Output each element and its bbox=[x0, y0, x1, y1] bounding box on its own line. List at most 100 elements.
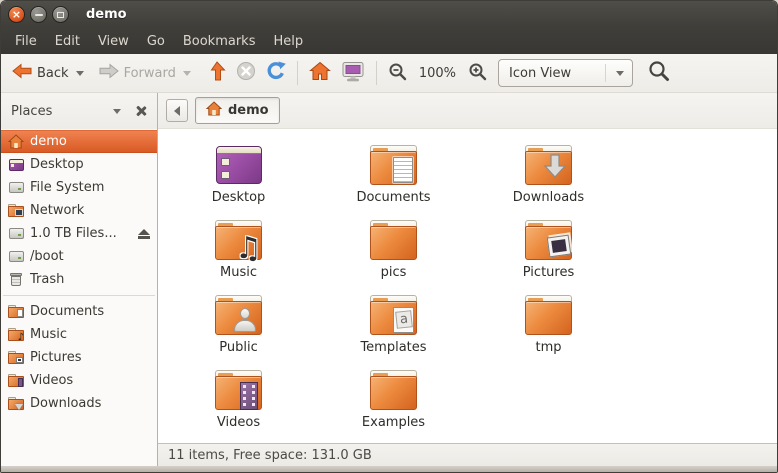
sidebar-item-pictures[interactable]: Pictures bbox=[1, 346, 157, 369]
folder-videos-icon bbox=[8, 373, 24, 389]
file-item-pics[interactable]: pics bbox=[316, 216, 471, 291]
refresh-icon bbox=[266, 61, 286, 85]
sidebar-item-network[interactable]: Network bbox=[1, 199, 157, 222]
stop-button[interactable] bbox=[231, 57, 261, 89]
file-item-pictures[interactable]: Pictures bbox=[471, 216, 626, 291]
sidebar-item-label: Desktop bbox=[30, 157, 84, 172]
sidebar-item-trash[interactable]: Trash bbox=[1, 268, 157, 291]
network-icon bbox=[8, 203, 24, 219]
folder-pictures-icon bbox=[8, 350, 24, 366]
file-item-public[interactable]: Public bbox=[161, 291, 316, 366]
file-manager-window: × demo File Edit View Go Bookmarks Help … bbox=[0, 0, 778, 473]
home-button[interactable] bbox=[304, 57, 336, 89]
folder-videos-icon bbox=[213, 366, 265, 413]
file-item-documents[interactable]: Documents bbox=[316, 141, 471, 216]
breadcrumb-demo[interactable]: demo bbox=[195, 97, 280, 124]
drive-icon bbox=[8, 226, 24, 242]
pathbar: demo bbox=[158, 93, 777, 129]
home-icon bbox=[308, 61, 331, 85]
file-label: Videos bbox=[216, 415, 261, 430]
computer-icon bbox=[341, 61, 365, 86]
sidebar-separator bbox=[3, 295, 155, 296]
breadcrumb-label: demo bbox=[228, 103, 269, 118]
eject-icon[interactable] bbox=[138, 228, 150, 239]
back-button[interactable]: Back bbox=[7, 58, 74, 88]
file-label: tmp bbox=[535, 340, 562, 355]
sidebar-item-downloads[interactable]: Downloads bbox=[1, 392, 157, 415]
file-label: Downloads bbox=[512, 190, 585, 205]
maximize-button[interactable] bbox=[52, 6, 69, 23]
sidebar-mode-dropdown[interactable] bbox=[113, 108, 121, 114]
sidebar-item-music[interactable]: ♪ Music bbox=[1, 323, 157, 346]
trash-icon bbox=[8, 272, 24, 288]
file-item-videos[interactable]: Videos bbox=[161, 366, 316, 441]
zoom-out-button[interactable] bbox=[383, 58, 412, 89]
folder-templates-icon bbox=[368, 291, 420, 338]
file-item-examples[interactable]: Examples bbox=[316, 366, 471, 441]
forward-label: Forward bbox=[123, 65, 176, 81]
folder-icon bbox=[368, 216, 420, 263]
main-pane: demo Desktop Documents Downloads ♫ Music… bbox=[158, 93, 777, 466]
menu-file[interactable]: File bbox=[6, 31, 46, 52]
sidebar-item-videos[interactable]: Videos bbox=[1, 369, 157, 392]
file-label: Pictures bbox=[522, 265, 575, 280]
drive-icon bbox=[8, 249, 24, 265]
menu-go[interactable]: Go bbox=[138, 31, 174, 52]
back-history-dropdown[interactable] bbox=[75, 70, 84, 76]
sidebar-close-icon[interactable] bbox=[135, 105, 147, 117]
zoom-in-button[interactable] bbox=[463, 58, 492, 89]
sidebar-header-label: Places bbox=[11, 103, 53, 119]
sidebar-item-label: Videos bbox=[30, 373, 74, 388]
view-mode-select[interactable]: Icon View bbox=[498, 59, 634, 87]
titlebar[interactable]: × demo bbox=[1, 1, 777, 28]
search-button[interactable] bbox=[643, 56, 675, 90]
file-item-downloads[interactable]: Downloads bbox=[471, 141, 626, 216]
minimize-button[interactable] bbox=[30, 6, 47, 23]
menu-view[interactable]: View bbox=[89, 31, 138, 52]
sidebar-item-label: Network bbox=[30, 203, 85, 218]
zoom-level: 100% bbox=[418, 65, 457, 81]
menu-bookmarks[interactable]: Bookmarks bbox=[174, 31, 265, 52]
pathbar-scroll-left-button[interactable] bbox=[166, 99, 188, 122]
sidebar-item-label: Music bbox=[30, 327, 67, 342]
window-title: demo bbox=[86, 7, 127, 22]
folder-pictures-icon bbox=[523, 216, 575, 263]
sidebar-item-documents[interactable]: Documents bbox=[1, 300, 157, 323]
file-item-templates[interactable]: Templates bbox=[316, 291, 471, 366]
menu-help[interactable]: Help bbox=[264, 31, 312, 52]
file-item-desktop[interactable]: Desktop bbox=[161, 141, 316, 216]
back-arrow-icon bbox=[12, 62, 32, 84]
sidebar-item-file-system[interactable]: File System bbox=[1, 176, 157, 199]
home-folder-icon bbox=[8, 134, 24, 150]
folder-music-icon: ♪ bbox=[8, 327, 24, 343]
sidebar-header[interactable]: Places bbox=[1, 93, 157, 129]
file-item-music[interactable]: ♫ Music bbox=[161, 216, 316, 291]
file-label: pics bbox=[380, 265, 407, 280]
folder-icon bbox=[523, 291, 575, 338]
forward-button[interactable]: Forward bbox=[94, 58, 181, 88]
sidebar-item-label: File System bbox=[30, 180, 105, 195]
forward-history-dropdown[interactable] bbox=[182, 70, 191, 76]
sidebar-item-desktop[interactable]: Desktop bbox=[1, 153, 157, 176]
home-icon bbox=[205, 101, 223, 120]
back-label: Back bbox=[37, 65, 69, 81]
file-label: Examples bbox=[361, 415, 426, 430]
menubar: File Edit View Go Bookmarks Help bbox=[1, 28, 777, 54]
sidebar-item-volume[interactable]: 1.0 TB Files... bbox=[1, 222, 157, 245]
file-item-tmp[interactable]: tmp bbox=[471, 291, 626, 366]
computer-button[interactable] bbox=[336, 57, 370, 90]
icon-view[interactable]: Desktop Documents Downloads ♫ Music pics… bbox=[158, 129, 777, 443]
sidebar-item-demo[interactable]: demo bbox=[1, 130, 157, 153]
file-label: Documents bbox=[356, 190, 431, 205]
zoom-in-icon bbox=[468, 62, 487, 85]
file-label: Public bbox=[219, 340, 258, 355]
close-button[interactable]: × bbox=[8, 6, 25, 23]
folder-icon bbox=[368, 366, 420, 413]
sidebar-item-label: Pictures bbox=[30, 350, 82, 365]
forward-arrow-icon bbox=[99, 62, 119, 84]
refresh-button[interactable] bbox=[261, 57, 291, 89]
sidebar-item-label: Documents bbox=[30, 304, 105, 319]
sidebar-item-boot[interactable]: /boot bbox=[1, 245, 157, 268]
menu-edit[interactable]: Edit bbox=[46, 31, 89, 52]
up-button[interactable] bbox=[203, 57, 231, 89]
